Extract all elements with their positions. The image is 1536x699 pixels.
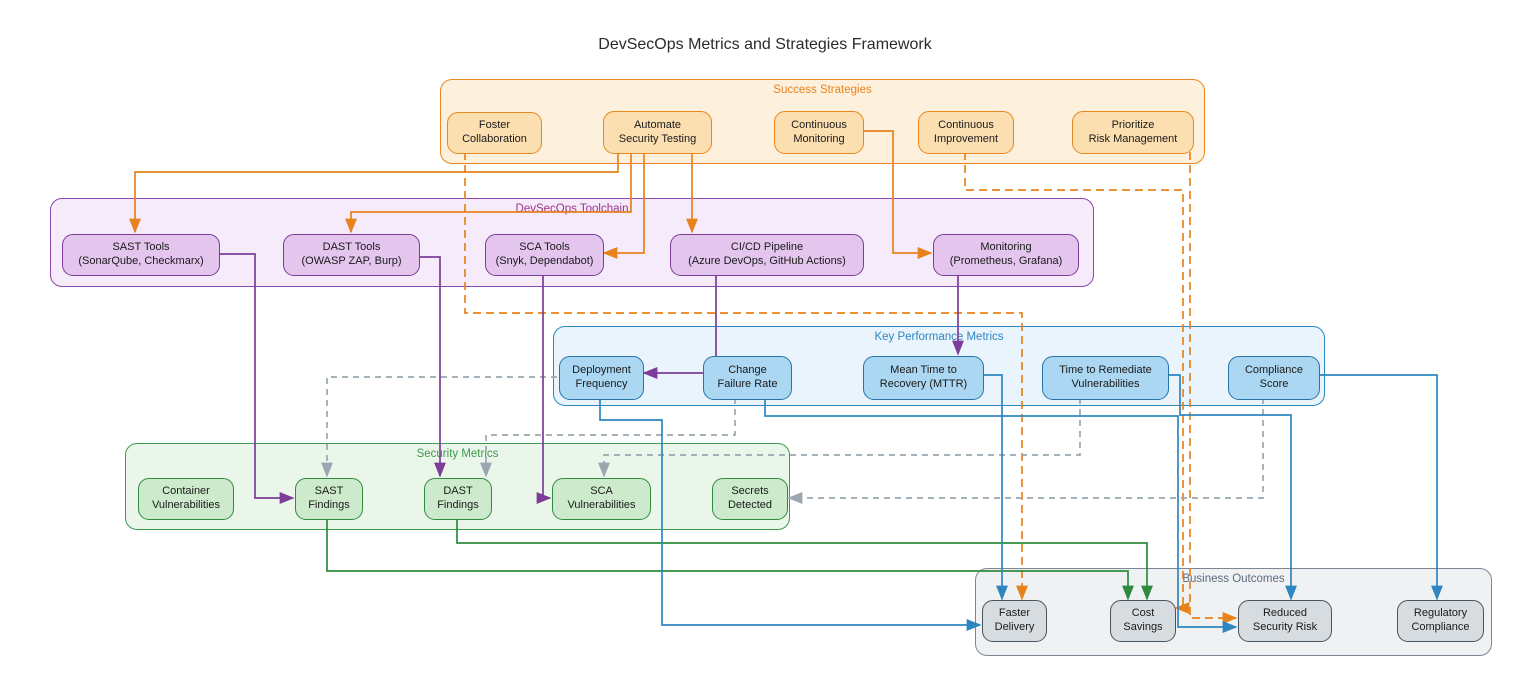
node-faster-delivery: Faster Delivery [982, 600, 1047, 642]
node-dast-tools: DAST Tools (OWASP ZAP, Burp) [283, 234, 420, 276]
cluster-label-devsecops-toolchain: DevSecOps Toolchain [51, 203, 1093, 215]
cluster-label-success-strategies: Success Strategies [441, 84, 1204, 96]
devsecops-framework-diagram: DevSecOps Metrics and Strategies Framewo… [0, 0, 1536, 699]
node-continuous-monitoring: Continuous Monitoring [774, 111, 864, 154]
node-prioritize-risk-management: Prioritize Risk Management [1072, 111, 1194, 154]
diagram-title: DevSecOps Metrics and Strategies Framewo… [0, 36, 1530, 54]
node-sast-findings: SAST Findings [295, 478, 363, 520]
node-monitoring: Monitoring (Prometheus, Grafana) [933, 234, 1079, 276]
node-sca-vulnerabilities: SCA Vulnerabilities [552, 478, 651, 520]
node-secrets-detected: Secrets Detected [712, 478, 788, 520]
node-dast-findings: DAST Findings [424, 478, 492, 520]
node-mean-time-to-recovery: Mean Time to Recovery (MTTR) [863, 356, 984, 400]
node-compliance-score: Compliance Score [1228, 356, 1320, 400]
node-time-to-remediate-vulnerabilities: Time to Remediate Vulnerabilities [1042, 356, 1169, 400]
cluster-label-key-performance-metrics: Key Performance Metrics [554, 331, 1324, 343]
node-cicd-pipeline: CI/CD Pipeline (Azure DevOps, GitHub Act… [670, 234, 864, 276]
edge-ttrv-to-reduced-security-risk [1167, 375, 1291, 599]
node-cost-savings: Cost Savings [1110, 600, 1176, 642]
node-regulatory-compliance: Regulatory Compliance [1397, 600, 1484, 642]
edge-mttr-to-faster-delivery [982, 375, 1002, 599]
node-sca-tools: SCA Tools (Snyk, Dependabot) [485, 234, 604, 276]
node-deployment-frequency: Deployment Frequency [559, 356, 644, 400]
node-automate-security-testing: Automate Security Testing [603, 111, 712, 154]
cluster-label-security-metrics: Security Metrics [126, 448, 789, 460]
edge-compliance-score-to-regulatory-compliance [1318, 375, 1437, 599]
node-change-failure-rate: Change Failure Rate [703, 356, 792, 400]
node-reduced-security-risk: Reduced Security Risk [1238, 600, 1332, 642]
edge-compliance-score-to-secrets-detected [789, 398, 1263, 498]
node-container-vulnerabilities: Container Vulnerabilities [138, 478, 234, 520]
cluster-label-business-outcomes: Business Outcomes [976, 573, 1491, 585]
node-continuous-improvement: Continuous Improvement [918, 111, 1014, 154]
node-foster-collaboration: Foster Collaboration [447, 112, 542, 154]
node-sast-tools: SAST Tools (SonarQube, Checkmarx) [62, 234, 220, 276]
